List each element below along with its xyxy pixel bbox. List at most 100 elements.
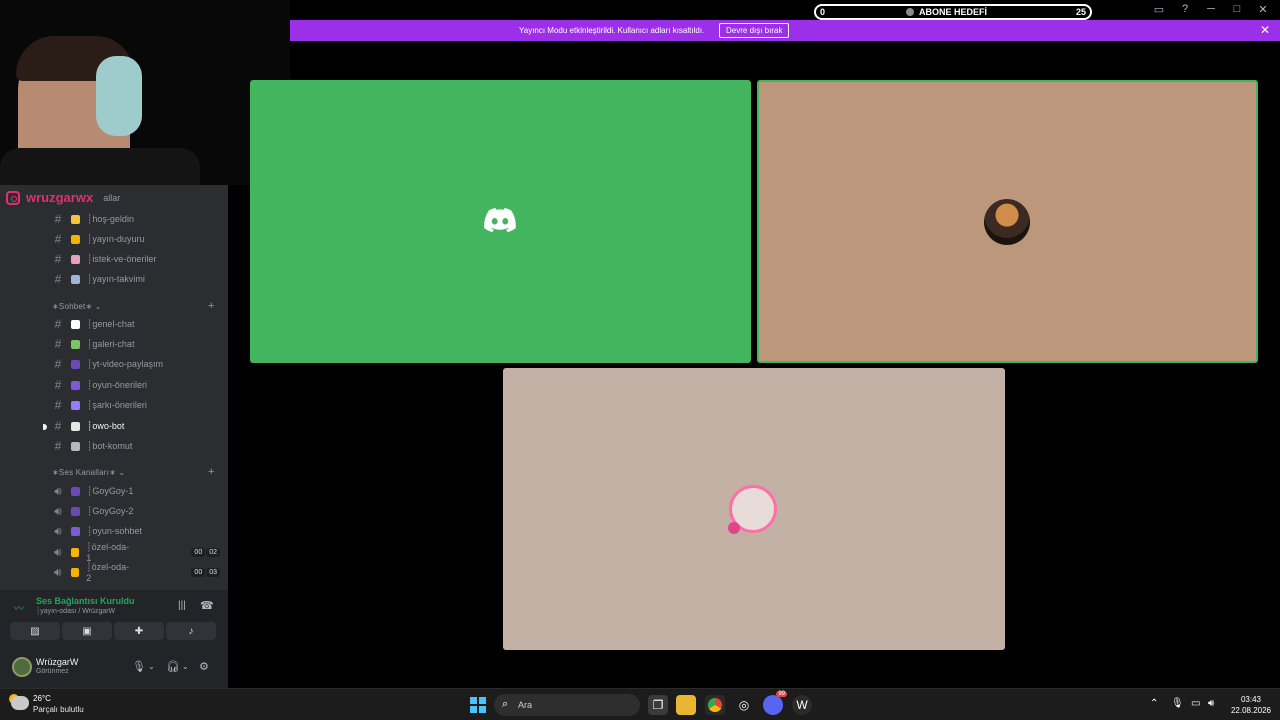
wave-emoji-icon <box>71 214 80 224</box>
windows-logo-icon <box>470 697 477 704</box>
weather-cloud-icon[interactable] <box>11 696 29 710</box>
microphone-tray-icon[interactable]: 🎙︎ <box>1171 698 1184 709</box>
channel-sarki-onerileri[interactable]: # ┊şarkı-önerileri <box>52 396 147 414</box>
channel-istek-ve-oneriler[interactable]: # ┊istek-ve-öneriler <box>52 250 157 268</box>
camera-off-button[interactable]: ▨ <box>10 622 60 640</box>
app-icon[interactable]: W <box>792 695 812 715</box>
chrome-icon[interactable] <box>705 695 725 715</box>
start-button[interactable] <box>470 697 486 713</box>
file-explorer-icon[interactable] <box>676 695 696 715</box>
channel-genel-chat[interactable]: # ┊genel-chat <box>52 315 135 333</box>
soundboard-button[interactable]: ♪ <box>166 622 216 640</box>
channel-bot-komut[interactable]: # ┊bot-komut <box>52 437 133 455</box>
clock-date: 22.08.2026 <box>1230 706 1272 715</box>
channel-owo-bot[interactable]: # ┊owo-bot <box>52 417 125 435</box>
signal-icon[interactable]: 〰 <box>14 600 24 615</box>
obs-icon[interactable]: ◎ <box>734 695 754 715</box>
settings-gear-icon[interactable]: ⚙ <box>199 660 209 673</box>
handle-text: wruzgarwx <box>26 190 94 205</box>
speech-emoji-icon <box>71 319 80 329</box>
channel-label: ┊oyun-önerileri <box>87 379 147 390</box>
hash-icon: # <box>54 272 62 286</box>
window-controls: ▭ ? ─ □ ✕ <box>1152 3 1270 16</box>
avatar[interactable] <box>12 657 32 677</box>
voice-connection-panel: 〰 Ses Bağlantısı Kuruldu ┊yayın-odası / … <box>0 590 228 650</box>
close-icon[interactable]: ✕ <box>1256 3 1270 16</box>
discord-logo-icon <box>484 208 516 233</box>
channel-yayin-duyuru[interactable]: # ┊yayın-duyuru <box>52 230 145 248</box>
disable-streamer-mode-button[interactable]: Devre dışı bırak <box>719 23 790 38</box>
add-channel-icon[interactable]: + <box>208 300 214 312</box>
voice-channel-goygoy-2[interactable]: 🔊︎ ┊GoyGoy-2 <box>52 502 133 520</box>
help-icon[interactable]: ? <box>1178 3 1192 16</box>
temperature[interactable]: 26°C <box>33 694 51 703</box>
channel-label: ┊yayın-takvimi <box>87 273 145 284</box>
webcam-overlay <box>0 0 290 185</box>
lock-emoji-icon <box>70 547 80 557</box>
headphones <box>96 56 142 136</box>
hash-icon: # <box>54 317 62 331</box>
banner-close-icon[interactable]: ✕ <box>1260 23 1270 37</box>
calendar-emoji-icon <box>71 274 80 284</box>
microphone-icon[interactable]: 🎙︎ <box>132 660 146 673</box>
channel-galeri-chat[interactable]: # ┊galeri-chat <box>52 335 135 353</box>
channel-label: ┊özel-oda-1 <box>86 541 130 563</box>
inbox-icon[interactable]: ▭ <box>1152 3 1166 16</box>
windows-logo-icon <box>479 697 486 704</box>
channel-label: ┊GoyGoy-1 <box>87 485 134 496</box>
streamer-shirt <box>0 148 200 185</box>
category-ses-kanallari[interactable]: ∗Ses Kanalları∗ ⌄ <box>52 468 125 477</box>
channel-label: ┊hoş-geldin <box>87 213 134 224</box>
channel-label: ┊GoyGoy-2 <box>87 505 134 516</box>
category-label: ∗Ses Kanalları∗ <box>52 468 116 477</box>
channel-yayin-takvimi[interactable]: # ┊yayın-takvimi <box>52 270 145 288</box>
speaker-icon: 🔊︎ <box>54 503 62 518</box>
instagram-handle: wruzgarwx allar <box>6 190 120 205</box>
system-clock[interactable]: 03:43 22.08.2026 <box>1228 694 1274 716</box>
minimize-icon[interactable]: ─ <box>1204 3 1218 16</box>
maximize-icon[interactable]: □ <box>1230 3 1244 16</box>
channel-emoji-icon <box>71 506 80 516</box>
voice-channel-ozel-oda-2[interactable]: 🔊︎ ┊özel-oda-2 00 03 <box>52 562 221 583</box>
voice-channel-path[interactable]: ┊yayın-odası / WrüzgarW <box>36 607 115 615</box>
user-panel: WrüzgarW Görünmez 🎙︎ ⌄ 🎧︎ ⌄ ⚙ <box>0 650 228 688</box>
chevron-down-icon[interactable]: ⌄ <box>182 662 189 671</box>
activities-button[interactable]: ✚ <box>114 622 164 640</box>
task-view-icon[interactable]: ❐ <box>648 695 668 715</box>
soundboard-icon: ♪ <box>188 625 194 637</box>
weather-condition[interactable]: Parçalı bulutlu <box>33 705 84 714</box>
channel-oyun-onerileri[interactable]: # ┊oyun-önerileri <box>52 376 147 394</box>
channel-label: ┊yt-video-paylaşım <box>87 358 163 369</box>
chevron-up-icon[interactable]: ⌃ <box>1150 698 1158 709</box>
network-icon[interactable]: ▭ <box>1191 698 1200 709</box>
chevron-down-icon[interactable]: ⌄ <box>148 662 155 671</box>
app-window: 0 ABONE HEDEFİ 25 ▭ ? ─ □ ✕ Yayıncı Modu… <box>0 0 1280 720</box>
voice-channel-goygoy-1[interactable]: 🔊︎ ┊GoyGoy-1 <box>52 482 133 500</box>
discord-app-icon[interactable]: 99 <box>763 691 787 715</box>
hash-icon: # <box>54 232 62 246</box>
disconnect-icon[interactable]: ☎ <box>200 599 214 612</box>
noise-suppression-icon[interactable]: ||| <box>178 600 186 611</box>
badge-limit: 03 <box>206 567 221 577</box>
channel-label: ┊şarkı-önerileri <box>87 399 147 410</box>
add-voice-channel-icon[interactable]: + <box>208 466 214 478</box>
username[interactable]: WrüzgarW <box>36 657 78 667</box>
headphones-icon[interactable]: 🎧︎ <box>166 660 180 673</box>
channel-yt-video-paylasim[interactable]: # ┊yt-video-paylaşım <box>52 355 163 373</box>
channel-hos-geldin[interactable]: # ┊hoş-geldin <box>52 210 134 228</box>
taskbar-search[interactable]: ⌕ Ara <box>494 694 640 716</box>
activities-icon: ✚ <box>134 625 144 637</box>
goal-title: ABONE HEDEFİ <box>918 7 987 17</box>
voice-channel-ozel-oda-1[interactable]: 🔊︎ ┊özel-oda-1 00 02 <box>52 541 221 563</box>
unread-indicator <box>43 424 47 430</box>
volume-icon[interactable]: 🔊︎ <box>1208 698 1214 709</box>
voice-channel-oyun-sohbet[interactable]: 🔊︎ ┊oyun-sohbet <box>52 522 142 540</box>
goal-max: 25 <box>1075 7 1086 17</box>
voice-status-title[interactable]: Ses Bağlantısı Kuruldu <box>36 596 135 606</box>
screen-share-button[interactable]: ▣ <box>62 622 112 640</box>
hash-icon: # <box>54 398 62 412</box>
badge-current: 00 <box>191 547 206 557</box>
windows-logo-icon <box>479 706 486 713</box>
category-sohbet[interactable]: ∗Sohbet∗ ⌄ <box>52 302 102 311</box>
hash-icon: # <box>54 378 62 392</box>
